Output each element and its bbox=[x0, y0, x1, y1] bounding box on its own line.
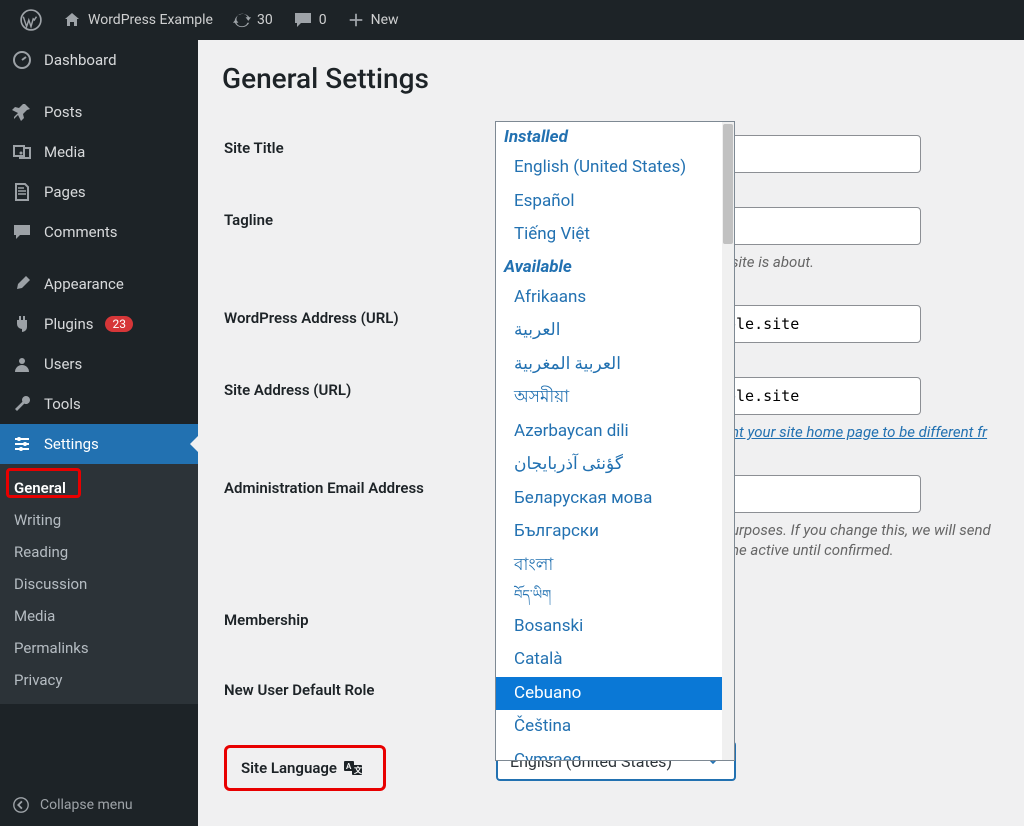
lang-option-selected[interactable]: Cebuano bbox=[496, 677, 722, 711]
row-label-admin-email: Administration Email Address bbox=[224, 459, 494, 575]
sidebar-label-posts: Posts bbox=[44, 103, 82, 121]
collapse-label: Collapse menu bbox=[40, 797, 133, 813]
lang-option[interactable]: العربية المغربية bbox=[496, 348, 722, 382]
site-url-help-link[interactable]: nt your site home page to be different f… bbox=[731, 423, 987, 441]
lang-option[interactable]: English (United States) bbox=[496, 151, 722, 185]
comments-icon bbox=[12, 222, 32, 242]
submenu-general[interactable]: General bbox=[0, 472, 198, 504]
sidebar-item-dashboard[interactable]: Dashboard bbox=[0, 40, 198, 80]
lang-option[interactable]: Català bbox=[496, 643, 722, 677]
admin-sidebar: Dashboard Posts Media Pages Comments App… bbox=[0, 40, 198, 826]
row-label-wp-url: WordPress Address (URL) bbox=[224, 289, 494, 359]
updates-count: 30 bbox=[257, 12, 273, 28]
sidebar-item-settings[interactable]: Settings bbox=[0, 424, 198, 464]
sidebar-item-plugins[interactable]: Plugins 23 bbox=[0, 304, 198, 344]
row-label-site-url: Site Address (URL) bbox=[224, 361, 494, 457]
row-label-default-role: New User Default Role bbox=[224, 651, 494, 719]
comment-icon bbox=[293, 10, 313, 30]
brush-icon bbox=[12, 274, 32, 294]
site-language-label: Site Language bbox=[241, 759, 337, 777]
plug-icon bbox=[12, 314, 32, 334]
row-label-site-title: Site Title bbox=[224, 119, 494, 189]
collapse-icon bbox=[12, 796, 30, 814]
pages-icon bbox=[12, 182, 32, 202]
lang-option[interactable]: Tiếng Việt bbox=[496, 218, 722, 252]
comments-count: 0 bbox=[319, 12, 327, 28]
settings-submenu: General Writing Reading Discussion Media… bbox=[0, 464, 198, 704]
svg-text:A: A bbox=[346, 762, 352, 771]
lang-option[interactable]: བོད་ཡིག bbox=[496, 582, 722, 610]
language-listbox[interactable]: Installed English (United States) Españo… bbox=[495, 121, 735, 761]
lang-option[interactable]: Español bbox=[496, 185, 722, 219]
sidebar-item-comments[interactable]: Comments bbox=[0, 212, 198, 252]
submenu-reading[interactable]: Reading bbox=[0, 536, 198, 568]
lang-option[interactable]: Cymraeg bbox=[496, 744, 722, 761]
lang-option[interactable]: Български bbox=[496, 515, 722, 549]
sliders-icon bbox=[12, 434, 32, 454]
pin-icon bbox=[12, 102, 32, 122]
lang-option[interactable]: অসমীয়া bbox=[496, 381, 722, 415]
dashboard-icon bbox=[12, 50, 32, 70]
home-icon bbox=[62, 10, 82, 30]
sidebar-item-tools[interactable]: Tools bbox=[0, 384, 198, 424]
new-label: New bbox=[371, 12, 399, 28]
sidebar-label-pages: Pages bbox=[44, 183, 86, 201]
translation-icon: A文 bbox=[343, 758, 363, 778]
site-name-label: WordPress Example bbox=[88, 12, 213, 28]
refresh-icon bbox=[233, 11, 251, 29]
svg-text:文: 文 bbox=[354, 765, 363, 775]
optgroup-available-label: Available bbox=[496, 252, 722, 281]
users-icon bbox=[12, 354, 32, 374]
sidebar-label-dashboard: Dashboard bbox=[44, 51, 117, 69]
submenu-writing[interactable]: Writing bbox=[0, 504, 198, 536]
sidebar-item-pages[interactable]: Pages bbox=[0, 172, 198, 212]
lang-option[interactable]: Azərbaycan dili bbox=[496, 415, 722, 449]
lang-option[interactable]: العربية bbox=[496, 314, 722, 348]
lang-option[interactable]: Беларуская мова bbox=[496, 482, 722, 516]
sidebar-label-settings: Settings bbox=[44, 435, 99, 453]
lang-option[interactable]: Čeština bbox=[496, 710, 722, 744]
lang-option[interactable]: Bosanski bbox=[496, 610, 722, 644]
admin-bar: WordPress Example 30 0 New bbox=[0, 0, 1024, 40]
plus-icon bbox=[347, 11, 365, 29]
sidebar-item-posts[interactable]: Posts bbox=[0, 92, 198, 132]
submenu-privacy[interactable]: Privacy bbox=[0, 664, 198, 696]
row-label-membership: Membership bbox=[224, 577, 494, 649]
sidebar-label-media: Media bbox=[44, 143, 85, 161]
sidebar-item-users[interactable]: Users bbox=[0, 344, 198, 384]
updates-link[interactable]: 30 bbox=[223, 11, 283, 29]
lang-option[interactable]: گؤنئی آذربایجان bbox=[496, 448, 722, 482]
wrench-icon bbox=[12, 394, 32, 414]
lang-option[interactable]: বাংলা bbox=[496, 549, 722, 583]
sidebar-item-media[interactable]: Media bbox=[0, 132, 198, 172]
plugins-update-badge: 23 bbox=[105, 316, 133, 332]
sidebar-label-plugins: Plugins bbox=[44, 315, 93, 333]
sidebar-label-tools: Tools bbox=[44, 395, 81, 413]
row-label-tagline: Tagline bbox=[224, 191, 494, 287]
comments-link[interactable]: 0 bbox=[283, 10, 337, 30]
collapse-menu-button[interactable]: Collapse menu bbox=[0, 784, 198, 826]
wordpress-icon bbox=[20, 9, 42, 31]
site-language-highlight-box: Site Language A文 bbox=[224, 745, 386, 791]
sidebar-label-comments: Comments bbox=[44, 223, 118, 241]
optgroup-installed-label: Installed bbox=[496, 122, 722, 151]
submenu-media[interactable]: Media bbox=[0, 600, 198, 632]
submenu-discussion[interactable]: Discussion bbox=[0, 568, 198, 600]
row-label-site-language: Site Language A文 bbox=[224, 721, 494, 811]
sidebar-item-appearance[interactable]: Appearance bbox=[0, 264, 198, 304]
sidebar-label-users: Users bbox=[44, 355, 82, 373]
media-icon bbox=[12, 142, 32, 162]
wp-logo-button[interactable] bbox=[10, 9, 52, 31]
listbox-scrollbar-track[interactable] bbox=[722, 122, 734, 760]
listbox-scrollbar-thumb[interactable] bbox=[723, 124, 733, 244]
sidebar-label-appearance: Appearance bbox=[44, 275, 124, 293]
page-title: General Settings bbox=[222, 62, 1000, 95]
new-content-link[interactable]: New bbox=[337, 11, 409, 29]
submenu-permalinks[interactable]: Permalinks bbox=[0, 632, 198, 664]
site-home-link[interactable]: WordPress Example bbox=[52, 10, 223, 30]
lang-option[interactable]: Afrikaans bbox=[496, 281, 722, 315]
